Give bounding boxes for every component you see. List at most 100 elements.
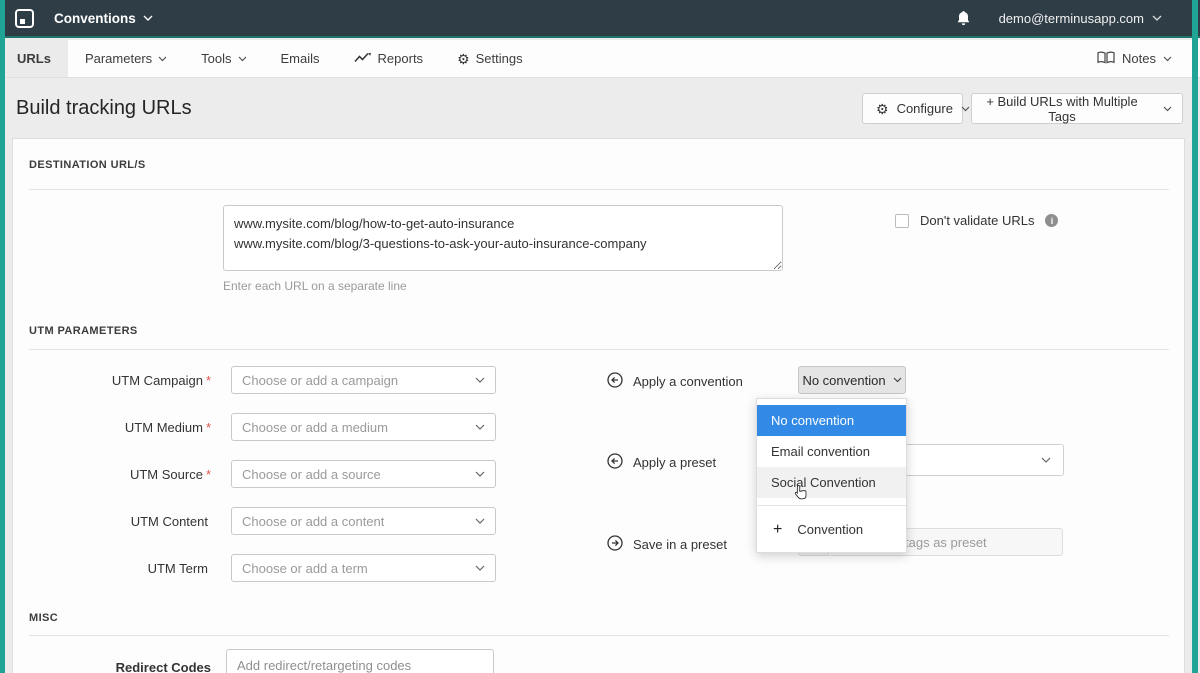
destination-helper-text: Enter each URL on a separate line — [223, 279, 407, 293]
book-icon — [1097, 51, 1115, 67]
section-divider — [29, 189, 1169, 190]
chevron-down-icon — [893, 377, 902, 383]
tab-settings[interactable]: ⚙ Settings — [440, 40, 540, 77]
required-asterisk: * — [206, 467, 211, 482]
chevron-down-icon — [1152, 15, 1162, 21]
utm-campaign-label: UTM Campaign* — [13, 373, 211, 388]
tab-parameters-label: Parameters — [85, 51, 152, 66]
destination-section-heading: DESTINATION URL/S — [29, 159, 146, 171]
redirect-codes-label: Redirect Codes — [13, 660, 211, 673]
section-divider — [29, 349, 1169, 350]
utm-source-placeholder: Choose or add a source — [242, 467, 381, 482]
screen-edge-accent-left — [0, 0, 5, 673]
account-email: demo@terminusapp.com — [999, 11, 1144, 26]
secondary-navbar: URLs Parameters Tools Emails Reports ⚙ S… — [0, 40, 1200, 78]
chevron-down-icon — [238, 56, 247, 62]
build-urls-split-chevron-button[interactable] — [1152, 93, 1183, 124]
chevron-down-icon — [1041, 457, 1051, 463]
notes-menu[interactable]: Notes — [1069, 40, 1200, 77]
utm-campaign-placeholder: Choose or add a campaign — [242, 373, 398, 388]
save-preset-label: Save in a preset — [633, 537, 727, 552]
notes-label: Notes — [1122, 51, 1156, 66]
apply-convention-row-label: Apply a convention — [607, 372, 743, 391]
utm-content-label: UTM Content — [13, 514, 211, 529]
required-asterisk: * — [206, 373, 211, 388]
redirect-codes-input[interactable] — [226, 649, 494, 673]
top-navbar: Conventions demo@terminusapp.com — [0, 0, 1200, 38]
utm-content-select[interactable]: Choose or add a content — [231, 507, 496, 535]
chevron-down-icon — [1163, 56, 1172, 62]
mouse-hand-cursor — [794, 484, 807, 503]
convention-dropdown-menu: No convention Email convention Social Co… — [756, 398, 907, 553]
tab-settings-label: Settings — [476, 51, 523, 66]
dont-validate-checkbox[interactable] — [895, 214, 909, 228]
chevron-down-icon — [475, 424, 485, 430]
plus-icon: + — [773, 521, 782, 539]
utm-term-select[interactable]: Choose or add a term — [231, 554, 496, 582]
chevron-down-icon — [158, 56, 167, 62]
chevron-down-icon — [1163, 106, 1172, 112]
utm-medium-label: UTM Medium* — [13, 420, 211, 435]
tab-reports[interactable]: Reports — [337, 40, 441, 77]
chevron-down-icon — [961, 106, 970, 112]
page-header: Build tracking URLs ⚙ Configure + Build … — [0, 78, 1200, 138]
app-logo-icon[interactable] — [15, 9, 34, 28]
gear-icon: ⚙ — [457, 52, 470, 66]
build-urls-multiple-tags-button[interactable]: + Build URLs with Multiple Tags — [971, 93, 1153, 124]
utm-medium-select[interactable]: Choose or add a medium — [231, 413, 496, 441]
dropdown-item-social-convention[interactable]: Social Convention — [757, 467, 906, 498]
chevron-down-icon — [475, 471, 485, 477]
tab-emails[interactable]: Emails — [264, 40, 337, 77]
tab-tools-label: Tools — [201, 51, 231, 66]
chevron-down-icon — [475, 565, 485, 571]
apply-preset-row-label: Apply a preset — [607, 453, 716, 472]
utm-source-label: UTM Source* — [13, 467, 211, 482]
dropdown-item-no-convention[interactable]: No convention — [757, 405, 906, 436]
apply-preset-label: Apply a preset — [633, 455, 716, 470]
tab-emails-label: Emails — [281, 51, 320, 66]
screen-edge-accent-right — [1192, 0, 1198, 673]
utm-term-label: UTM Term — [13, 561, 211, 576]
tab-parameters[interactable]: Parameters — [68, 40, 184, 77]
tab-urls[interactable]: URLs — [0, 40, 68, 77]
utm-medium-placeholder: Choose or add a medium — [242, 420, 388, 435]
info-icon[interactable]: i — [1045, 214, 1058, 227]
dropdown-divider — [757, 505, 906, 506]
tab-urls-label: URLs — [17, 51, 51, 66]
build-urls-label: + Build URLs with Multiple Tags — [985, 94, 1139, 124]
utm-content-placeholder: Choose or add a content — [242, 514, 384, 529]
dropdown-item-email-convention[interactable]: Email convention — [757, 436, 906, 467]
dropdown-item-social-convention-label: Social Convention — [771, 475, 876, 490]
account-menu[interactable]: demo@terminusapp.com — [999, 11, 1162, 26]
line-chart-icon — [354, 51, 372, 67]
destination-urls-textarea[interactable]: www.mysite.com/blog/how-to-get-auto-insu… — [223, 205, 783, 271]
dont-validate-label: Don't validate URLs — [920, 213, 1034, 228]
convention-dropdown-trigger[interactable]: No convention — [798, 366, 906, 394]
conventions-menu[interactable]: Conventions — [54, 11, 153, 26]
gear-icon: ⚙ — [876, 102, 889, 116]
apply-convention-label: Apply a convention — [633, 374, 743, 389]
build-urls-form-card: DESTINATION URL/S www.mysite.com/blog/ho… — [12, 138, 1185, 673]
notifications-bell-icon[interactable] — [956, 10, 971, 27]
page-title: Build tracking URLs — [16, 97, 192, 120]
convention-trigger-label: No convention — [802, 373, 885, 388]
misc-section-heading: MISC — [29, 612, 58, 624]
save-preset-row-label: Save in a preset — [607, 535, 727, 554]
dropdown-add-convention[interactable]: + Convention — [757, 513, 906, 546]
configure-button[interactable]: ⚙ Configure — [862, 93, 963, 124]
chevron-down-icon — [475, 518, 485, 524]
chevron-down-icon — [475, 377, 485, 383]
tab-tools[interactable]: Tools — [184, 40, 263, 77]
utm-source-select[interactable]: Choose or add a source — [231, 460, 496, 488]
required-asterisk: * — [206, 420, 211, 435]
circled-arrow-left-icon — [607, 372, 623, 391]
utm-campaign-select[interactable]: Choose or add a campaign — [231, 366, 496, 394]
circled-arrow-left-icon — [607, 453, 623, 472]
section-divider — [29, 635, 1169, 636]
utm-term-placeholder: Choose or add a term — [242, 561, 368, 576]
conventions-menu-label: Conventions — [54, 11, 136, 26]
chevron-down-icon — [143, 15, 153, 21]
add-convention-label: Convention — [797, 522, 863, 537]
circled-arrow-right-icon — [607, 535, 623, 554]
configure-label: Configure — [897, 101, 953, 116]
